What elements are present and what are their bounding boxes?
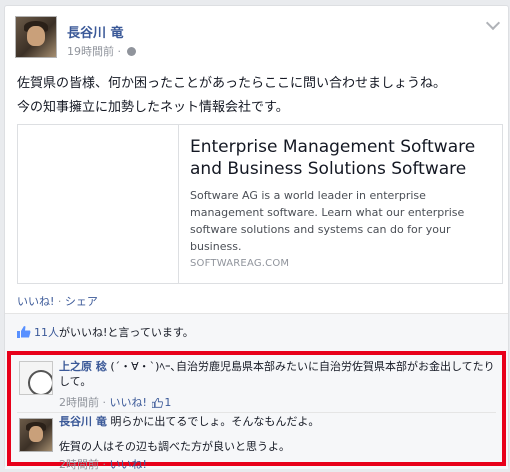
comment-text-line2: 佐賀の人はその辺も調べた方が良いと思うよ。 xyxy=(59,440,290,453)
cartoon-face xyxy=(28,370,52,394)
link-preview[interactable]: Enterprise Management Software and Busin… xyxy=(17,124,503,284)
comment-like-count[interactable]: 1 xyxy=(150,396,171,409)
like-suffix: がいいね!と言っています。 xyxy=(59,326,194,339)
comment-time[interactable]: 2時間前 xyxy=(59,396,99,409)
post-text-line1: 佐賀県の皆様、何か困ったことがあったらここに問い合わせましょうね。 xyxy=(17,76,447,91)
comment-time[interactable]: 2時間前 xyxy=(59,458,99,471)
comments-section: 11人がいいね!と言っています。 上之原 稔 (´・∀・`)ﾍｰ､自治労鹿児島県… xyxy=(5,313,508,472)
comment-avatar[interactable] xyxy=(19,418,53,452)
comment-like-button[interactable]: いいね! xyxy=(110,396,147,409)
globe-icon xyxy=(126,47,136,56)
post-card: 長谷川 竜 19時間前 · 佐賀県の皆様、何か困ったことがあったらここに問い合わ… xyxy=(4,5,509,472)
comment-divider xyxy=(17,412,496,413)
comment-text: 長谷川 竜 明らかに出てるでしょ。そんなもんだよ。 xyxy=(59,414,499,429)
avatar-face xyxy=(28,426,44,443)
comment-separator: · xyxy=(102,458,107,471)
link-thumbnail[interactable] xyxy=(18,125,179,283)
comment-author[interactable]: 上之原 稔 xyxy=(59,360,107,373)
thumbs-up-icon xyxy=(152,398,164,408)
comment-message: (´・∀・`)ﾍｰ､自治労鹿児島県本部みたいに自治労佐賀県本部がお金出してたりし… xyxy=(59,360,495,388)
like-button[interactable]: いいね! xyxy=(17,295,54,308)
link-domain: SOFTWAREAG.COM xyxy=(190,258,290,269)
thumbs-up-icon xyxy=(17,326,31,338)
link-description: Software AG is a world leader in enterpr… xyxy=(190,189,465,253)
action-separator: · xyxy=(57,295,62,308)
post-actions: いいね! · シェア xyxy=(17,293,98,309)
comment-like-button[interactable]: いいね! xyxy=(110,458,147,471)
avatar-face xyxy=(27,25,45,46)
comment-like-number: 1 xyxy=(164,396,172,409)
comment-meta: 2時間前 · いいね! 1 xyxy=(59,394,171,410)
comment-author[interactable]: 長谷川 竜 xyxy=(59,415,107,428)
post-meta: 19時間前 · xyxy=(67,43,136,59)
comment-avatar[interactable] xyxy=(19,361,53,395)
comment-separator: · xyxy=(102,396,107,409)
comment-text: 上之原 稔 (´・∀・`)ﾍｰ､自治労鹿児島県本部みたいに自治労佐賀県本部がお金… xyxy=(59,359,499,389)
share-button[interactable]: シェア xyxy=(65,295,98,308)
post-text-line2: 今の知事擁立に加勢したネット情報会社です。 xyxy=(17,100,289,115)
post-timestamp[interactable]: 19時間前 xyxy=(67,45,114,58)
meta-separator: · xyxy=(117,45,122,58)
like-summary: 11人がいいね!と言っています。 xyxy=(17,324,194,340)
link-title[interactable]: Enterprise Management Software and Busin… xyxy=(190,136,500,180)
chevron-down-icon[interactable] xyxy=(485,15,501,31)
like-count[interactable]: 11人 xyxy=(34,326,59,339)
comment-meta: 2時間前 · いいね! xyxy=(59,456,147,472)
comment-message: 明らかに出てるでしょ。そんなもんだよ。 xyxy=(106,415,320,428)
post-author-name[interactable]: 長谷川 竜 xyxy=(67,22,124,41)
author-avatar[interactable] xyxy=(15,16,57,58)
